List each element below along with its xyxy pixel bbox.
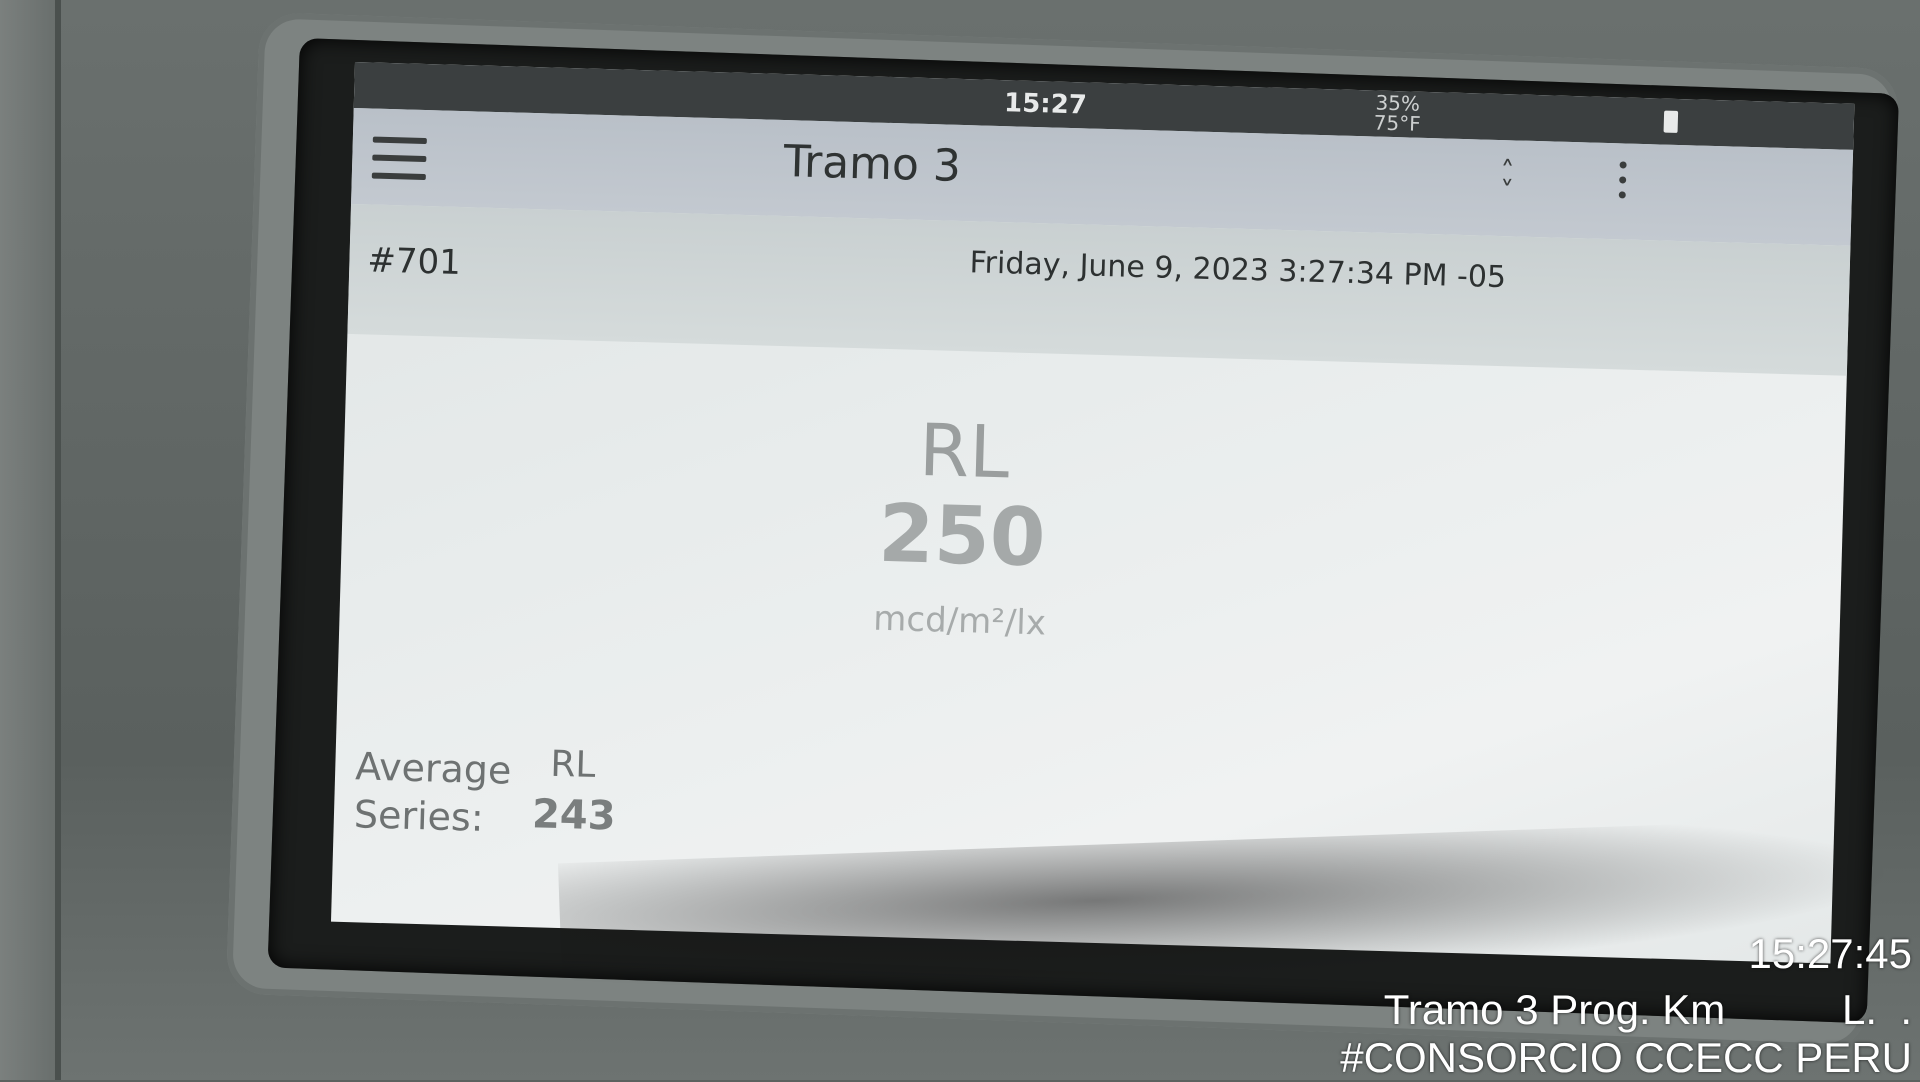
- photo-stamp-time: 15:27:45: [1748, 930, 1913, 977]
- average-label-line1: Average: [354, 744, 512, 793]
- average-label-line2: Series:: [353, 792, 485, 840]
- average-metric-value: 243: [531, 791, 617, 840]
- app-title: Tramo 3: [783, 136, 962, 192]
- more-vert-icon[interactable]: [1609, 161, 1635, 222]
- average-series-label: Average Series:: [353, 742, 512, 842]
- record-id: #701: [366, 240, 462, 284]
- record-timestamp: Friday, June 9, 2023 3:27:34 PM -05: [969, 245, 1507, 296]
- status-temperature: 35% 75°F: [1373, 90, 1421, 136]
- chevron-updown-icon[interactable]: ˄ ˅: [1491, 155, 1522, 208]
- battery-icon: [1663, 110, 1679, 133]
- photo-stamp-location: Tramo 3 Prog. Km L. .: [1383, 986, 1912, 1033]
- status-time: 15:27: [1003, 88, 1088, 121]
- measurement-unit: mcd/m²/lx: [872, 598, 1047, 644]
- average-metric-label: RL: [549, 743, 597, 786]
- photo-stamp-overlay: 15:27:45 Tramo 3 Prog. Km L. . #CONSORCI…: [1212, 930, 1912, 1082]
- photo-stamp-tag: #CONSORCIO CCECC PERU: [1340, 1034, 1912, 1081]
